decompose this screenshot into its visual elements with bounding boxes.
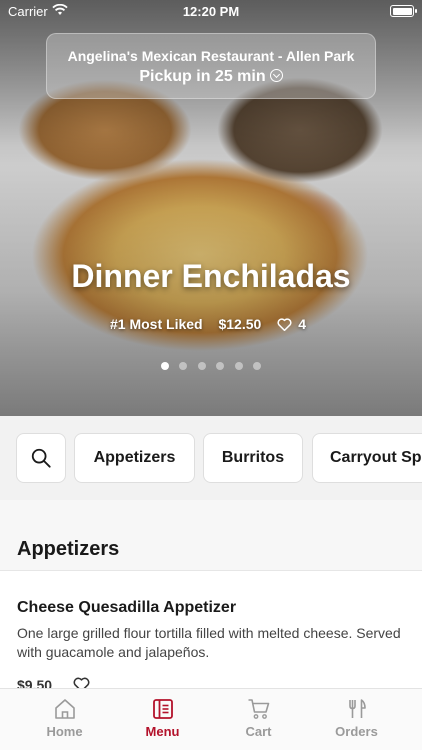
item-name: Cheese Quesadilla Appetizer — [17, 599, 237, 616]
featured-dish-title: Dinner Enchiladas — [71, 258, 351, 294]
carousel-dot[interactable] — [253, 362, 262, 370]
tab-home[interactable]: Home — [12, 689, 117, 750]
carousel-dot[interactable] — [216, 362, 225, 370]
featured-hero[interactable]: Carrier 12:20 PM Angelina's Mexican Rest… — [0, 0, 422, 416]
tab-home-label: Home — [46, 724, 83, 739]
section-title: Appetizers — [17, 538, 120, 560]
most-liked-badge: #1 Most Liked — [110, 316, 203, 332]
featured-price: $12.50 — [218, 316, 262, 332]
item-description: One large grilled flour tortilla filled … — [17, 625, 401, 660]
carousel-dot[interactable] — [197, 362, 206, 370]
category-carryout-specials[interactable]: Carryout Sp — [312, 433, 422, 483]
carousel-pager[interactable] — [0, 357, 422, 375]
status-bar: Carrier 12:20 PM — [0, 0, 422, 22]
featured-dish-meta: #1 Most Liked $12.50 4 — [0, 316, 422, 332]
pickup-selector[interactable]: Angelina's Mexican Restaurant - Allen Pa… — [46, 33, 376, 99]
category-bar[interactable]: Appetizers Burritos Carryout Sp — [0, 416, 422, 500]
tab-menu[interactable]: Menu — [110, 689, 215, 750]
tab-orders[interactable]: Orders — [304, 689, 409, 750]
tab-bar: Home Menu Cart Orders — [0, 688, 422, 750]
featured-likes[interactable]: 4 — [277, 316, 312, 332]
tab-cart-label: Cart — [245, 724, 272, 739]
category-appetizers[interactable]: Appetizers — [74, 433, 195, 483]
pickup-time-row: Pickup in 25 min — [47, 68, 375, 86]
carousel-dot[interactable] — [234, 362, 243, 370]
section-header: Appetizers — [0, 500, 422, 570]
home-icon — [54, 699, 75, 719]
search-button[interactable] — [16, 433, 66, 483]
battery-icon — [390, 5, 417, 17]
restaurant-name: Angelina's Mexican Restaurant - Allen Pa… — [67, 48, 355, 64]
clock: 12:20 PM — [182, 4, 240, 19]
menu-icon — [152, 699, 173, 719]
likes-count: 4 — [298, 316, 306, 332]
utensils-icon — [348, 699, 366, 718]
tab-menu-label: Menu — [145, 724, 180, 739]
chevron-down-icon — [269, 69, 283, 82]
cart-icon — [248, 699, 269, 719]
heart-icon — [277, 318, 292, 331]
search-icon — [31, 448, 51, 468]
pickup-time: Pickup in 25 min — [139, 68, 266, 85]
menu-item[interactable]: Cheese Quesadilla Appetizer One large gr… — [0, 570, 422, 693]
tab-orders-label: Orders — [335, 724, 378, 739]
tab-cart[interactable]: Cart — [206, 689, 311, 750]
carousel-dot[interactable] — [179, 362, 188, 370]
category-burritos[interactable]: Burritos — [203, 433, 303, 483]
carousel-dot[interactable] — [160, 362, 169, 370]
